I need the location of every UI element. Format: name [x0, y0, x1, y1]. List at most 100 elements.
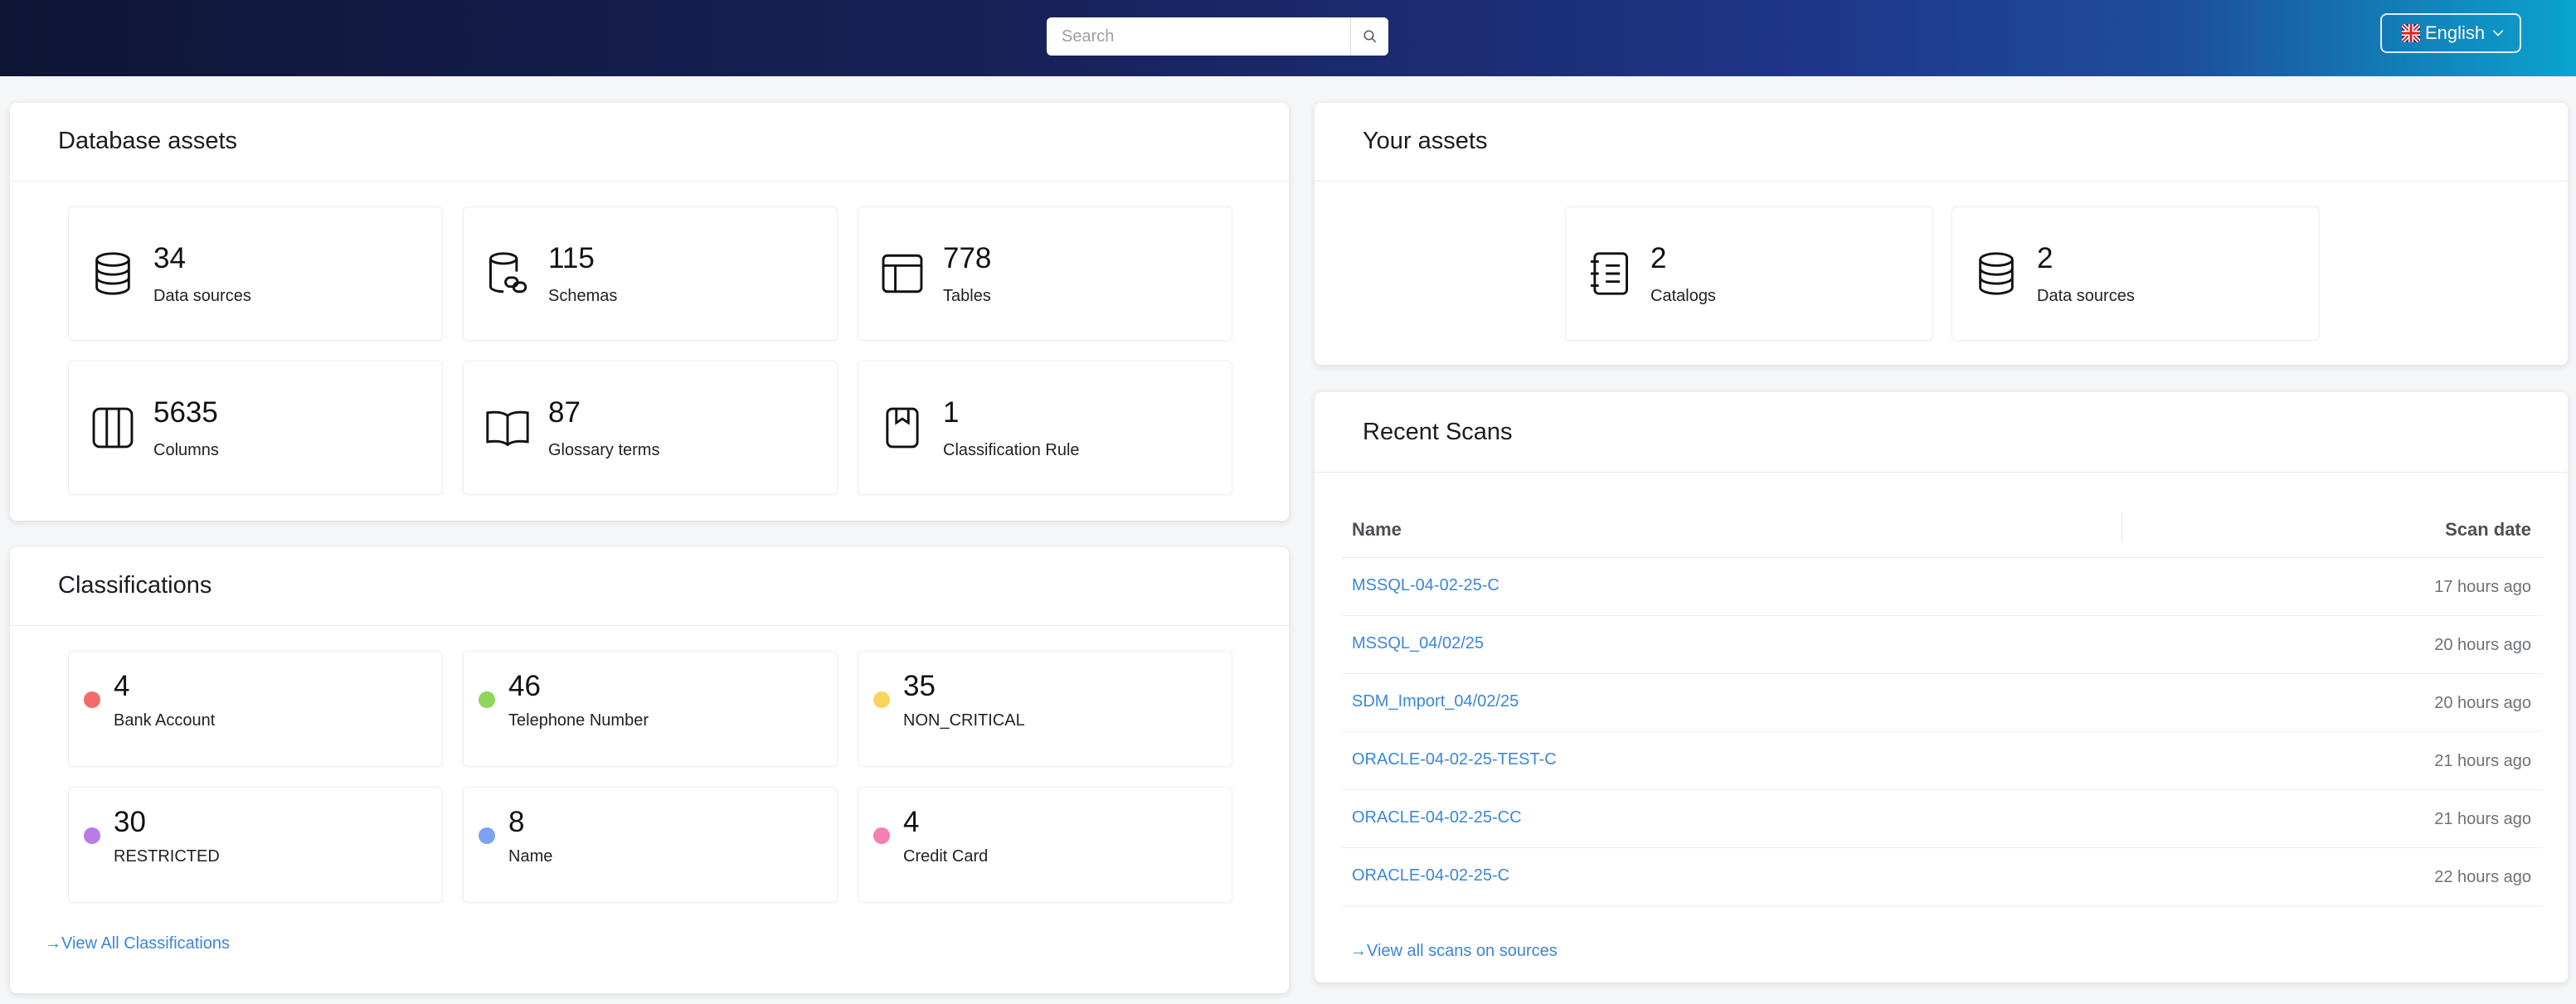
recent-scans-title: Recent Scans	[1363, 419, 1513, 445]
asset-tile-classification-rule[interactable]: 1 Classification Rule	[858, 361, 1232, 495]
scan-name-link[interactable]: MSSQL_04/02/25	[1352, 634, 1484, 653]
asset-tile-data-sources[interactable]: 34 Data sources	[68, 206, 443, 341]
classification-count: 4	[903, 806, 920, 838]
status-dot	[84, 691, 100, 708]
scan-name-link[interactable]: ORACLE-04-02-25-C	[1352, 866, 1509, 885]
database-icon	[95, 252, 130, 295]
asset-label: Columns	[153, 441, 219, 459]
table-row: SDM_Import_04/02/25 20 hours ago	[1342, 674, 2543, 732]
arrow-right-icon: →	[1350, 942, 1367, 960]
scan-name-link[interactable]: ORACLE-04-02-25-TEST-C	[1352, 750, 1557, 769]
database-assets-card: Database assets 34 Data sources 115 Sche…	[10, 103, 1289, 521]
status-dot	[873, 691, 890, 708]
asset-tile-data-sources[interactable]: 2 Data sources	[1951, 206, 2320, 341]
asset-count: 1	[943, 396, 960, 429]
asset-count: 115	[548, 242, 595, 274]
asset-tile-catalogs[interactable]: 2 Catalogs	[1565, 206, 1933, 341]
search-box	[1047, 17, 1388, 56]
classification-label: Bank Account	[114, 711, 216, 730]
status-dot	[873, 827, 890, 844]
uk-flag-icon	[2402, 24, 2420, 42]
classifications-title: Classifications	[58, 572, 212, 599]
asset-tile-schemas[interactable]: 115 Schemas	[463, 206, 838, 341]
scan-date: 20 hours ago	[2434, 694, 2531, 712]
search-button[interactable]	[1350, 17, 1388, 56]
language-label: English	[2425, 22, 2486, 43]
classification-tile[interactable]: 8 Name	[463, 787, 838, 903]
schema-link-icon	[489, 252, 527, 293]
search-input[interactable]	[1047, 17, 1350, 56]
asset-count: 778	[943, 242, 992, 274]
scan-date: 20 hours ago	[2434, 636, 2531, 654]
classification-count: 35	[903, 670, 936, 702]
status-dot	[479, 691, 495, 708]
classifications-card: Classifications 4 Bank Account 46 Teleph…	[10, 547, 1289, 993]
column-header-scan-date[interactable]: Scan date	[2405, 519, 2531, 541]
asset-count: 87	[548, 396, 581, 429]
view-all-scans-label: View all scans on sources	[1367, 942, 1558, 960]
language-selector[interactable]: English	[2380, 13, 2521, 53]
asset-count: 2	[2037, 242, 2054, 274]
asset-label: Catalogs	[1650, 287, 1716, 305]
notebook-icon	[1591, 252, 1628, 295]
column-header-name[interactable]: Name	[1352, 519, 1402, 541]
classification-tile[interactable]: 30 RESTRICTED	[68, 787, 443, 903]
scan-date: 21 hours ago	[2434, 752, 2531, 770]
table-row: ORACLE-04-02-25-CC 21 hours ago	[1342, 790, 2543, 848]
columns-icon	[92, 407, 134, 449]
bookmark-icon	[886, 407, 919, 449]
view-all-classifications-link[interactable]: →View All Classifications	[45, 934, 230, 953]
database-assets-title: Database assets	[58, 128, 238, 154]
asset-label: Data sources	[153, 287, 251, 305]
arrow-right-icon: →	[45, 934, 61, 953]
classification-label: NON_CRITICAL	[903, 711, 1025, 730]
status-dot	[479, 827, 495, 844]
classification-tile[interactable]: 46 Telephone Number	[463, 651, 838, 767]
chevron-down-icon	[2492, 30, 2504, 36]
divider	[1315, 472, 2568, 473]
asset-label: Data sources	[2037, 287, 2135, 305]
classification-label: RESTRICTED	[114, 847, 220, 866]
status-dot	[84, 827, 100, 844]
database-icon	[1979, 252, 2014, 295]
top-bar: English	[0, 0, 2576, 76]
classification-count: 30	[114, 806, 146, 838]
view-all-scans-link[interactable]: →View all scans on sources	[1350, 942, 1558, 961]
classification-label: Telephone Number	[508, 711, 649, 730]
scan-name-link[interactable]: MSSQL-04-02-25-C	[1352, 576, 1499, 595]
table-row: MSSQL_04/02/25 20 hours ago	[1342, 616, 2543, 674]
scan-name-link[interactable]: SDM_Import_04/02/25	[1352, 692, 1519, 711]
table-row: ORACLE-04-02-25-TEST-C 21 hours ago	[1342, 732, 2543, 790]
scan-date: 21 hours ago	[2434, 810, 2531, 828]
asset-count: 34	[153, 242, 186, 274]
classification-tile[interactable]: 35 NON_CRITICAL	[858, 651, 1232, 767]
classification-count: 46	[508, 670, 541, 702]
scan-name-link[interactable]: ORACLE-04-02-25-CC	[1352, 808, 1522, 827]
asset-tile-glossary-terms[interactable]: 87 Glossary terms	[463, 361, 838, 495]
asset-tile-columns[interactable]: 5635 Columns	[68, 361, 443, 495]
book-icon	[486, 410, 529, 447]
your-assets-title: Your assets	[1363, 128, 1488, 154]
classification-tile[interactable]: 4 Credit Card	[858, 787, 1232, 903]
divider	[10, 181, 1289, 182]
scan-date: 17 hours ago	[2434, 578, 2531, 596]
table-row: MSSQL-04-02-25-C 17 hours ago	[1342, 558, 2543, 616]
divider	[1315, 181, 2568, 182]
asset-tile-tables[interactable]: 778 Tables	[858, 206, 1232, 341]
search-icon	[1363, 30, 1376, 43]
divider	[10, 625, 1289, 626]
asset-count: 2	[1650, 242, 1667, 274]
asset-label: Classification Rule	[943, 441, 1080, 459]
asset-label: Schemas	[548, 287, 618, 305]
scan-date: 22 hours ago	[2434, 868, 2531, 886]
classification-count: 8	[508, 806, 525, 838]
classification-count: 4	[114, 670, 130, 702]
your-assets-card: Your assets 2 Catalogs 2 Data sources	[1315, 103, 2568, 365]
view-all-classifications-label: View All Classifications	[61, 934, 231, 953]
asset-label: Glossary terms	[548, 441, 660, 459]
classification-tile[interactable]: 4 Bank Account	[68, 651, 443, 767]
asset-count: 5635	[153, 396, 218, 429]
classification-label: Name	[508, 847, 553, 866]
table-row: ORACLE-04-02-25-C 22 hours ago	[1342, 848, 2543, 906]
table-icon	[882, 254, 923, 293]
